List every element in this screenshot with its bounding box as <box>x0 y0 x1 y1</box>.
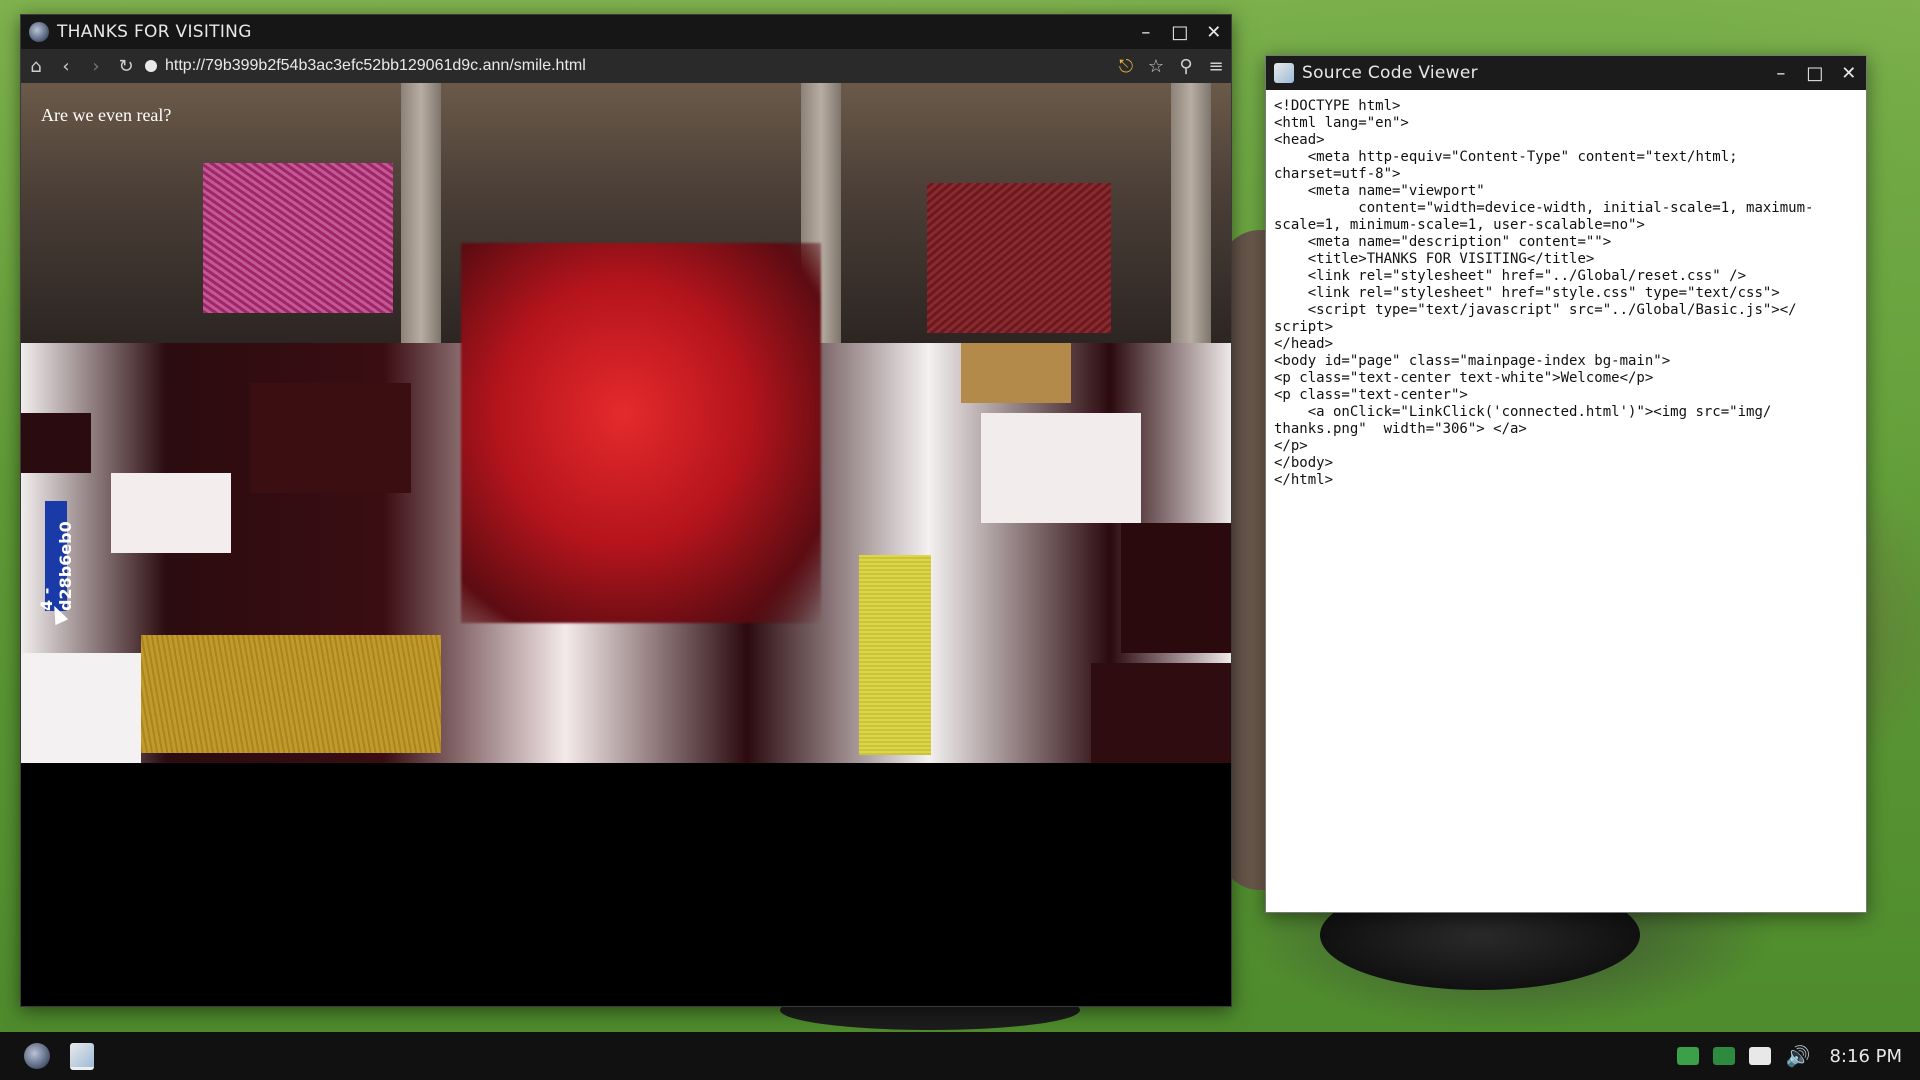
vertical-tag[interactable]: 4 - d28b6eb0 <box>37 501 75 611</box>
texture-gold <box>141 635 441 753</box>
volume-icon[interactable]: 🔊 <box>1785 1046 1810 1066</box>
viewer-app-icon <box>1274 63 1294 83</box>
display-icon[interactable] <box>1749 1047 1772 1065</box>
monitor-icon[interactable] <box>1713 1047 1736 1065</box>
key-icon[interactable]: ⎋ <box>1111 51 1141 81</box>
texture-maroon <box>927 183 1111 333</box>
taskbar: 🔊 8:16 PM <box>0 1032 1920 1080</box>
glitch-block <box>981 413 1141 523</box>
page-viewport: Are we even real? 4 - d28b6eb0 <box>21 83 1231 763</box>
start-menu-icon[interactable] <box>24 1043 50 1069</box>
menu-icon[interactable]: ≡ <box>1201 51 1231 81</box>
maximize-button[interactable]: □ <box>1798 56 1832 90</box>
clock[interactable]: 8:16 PM <box>1829 1046 1902 1067</box>
browser-app-icon <box>29 22 49 42</box>
page-heading: Are we even real? <box>41 105 172 125</box>
url-bar[interactable]: http://79b399b2f54b3ac3efc52bb129061d9c.… <box>141 51 1111 81</box>
browser-window: THANKS FOR VISITING – □ ✕ ⌂ ‹ › ↻ http:/… <box>20 14 1232 1007</box>
glitch-face <box>461 243 821 623</box>
source-code[interactable]: <!DOCTYPE html> <html lang="en"> <head> … <box>1266 90 1866 497</box>
viewer-title: Source Code Viewer <box>1302 63 1478 83</box>
close-button[interactable]: ✕ <box>1197 15 1231 49</box>
texture-yellow <box>859 555 931 755</box>
glitch-block <box>21 653 141 763</box>
browser-title: THANKS FOR VISITING <box>57 22 252 42</box>
glitch-block <box>21 413 91 473</box>
url-text: http://79b399b2f54b3ac3efc52bb129061d9c.… <box>165 57 586 74</box>
background-image <box>401 83 441 363</box>
browser-titlebar[interactable]: THANKS FOR VISITING – □ ✕ <box>21 15 1231 49</box>
zoom-icon[interactable]: ⚲ <box>1171 51 1201 81</box>
glitch-block <box>1091 663 1231 763</box>
maximize-button[interactable]: □ <box>1163 15 1197 49</box>
source-viewer-window: Source Code Viewer – □ ✕ <!DOCTYPE html>… <box>1265 55 1867 913</box>
close-button[interactable]: ✕ <box>1832 56 1866 90</box>
glitch-block <box>1121 523 1231 653</box>
system-tray: 🔊 8:16 PM <box>1677 1046 1920 1067</box>
home-icon[interactable]: ⌂ <box>21 51 51 81</box>
glitch-block <box>251 383 411 493</box>
network-icon[interactable] <box>1677 1047 1700 1065</box>
glitch-block <box>961 343 1071 403</box>
back-icon[interactable]: ‹ <box>51 51 81 81</box>
taskbar-viewer-icon[interactable] <box>70 1042 94 1070</box>
glitch-block <box>111 473 231 553</box>
texture-pink <box>203 163 393 313</box>
viewer-titlebar[interactable]: Source Code Viewer – □ ✕ <box>1266 56 1866 90</box>
minimize-button[interactable]: – <box>1129 15 1163 49</box>
reload-icon[interactable]: ↻ <box>111 51 141 81</box>
forward-icon[interactable]: › <box>81 51 111 81</box>
browser-navbar: ⌂ ‹ › ↻ http://79b399b2f54b3ac3efc52bb12… <box>21 49 1231 83</box>
star-icon[interactable]: ☆ <box>1141 51 1171 81</box>
background-image <box>1171 83 1211 363</box>
security-icon <box>145 60 157 72</box>
minimize-button[interactable]: – <box>1764 56 1798 90</box>
